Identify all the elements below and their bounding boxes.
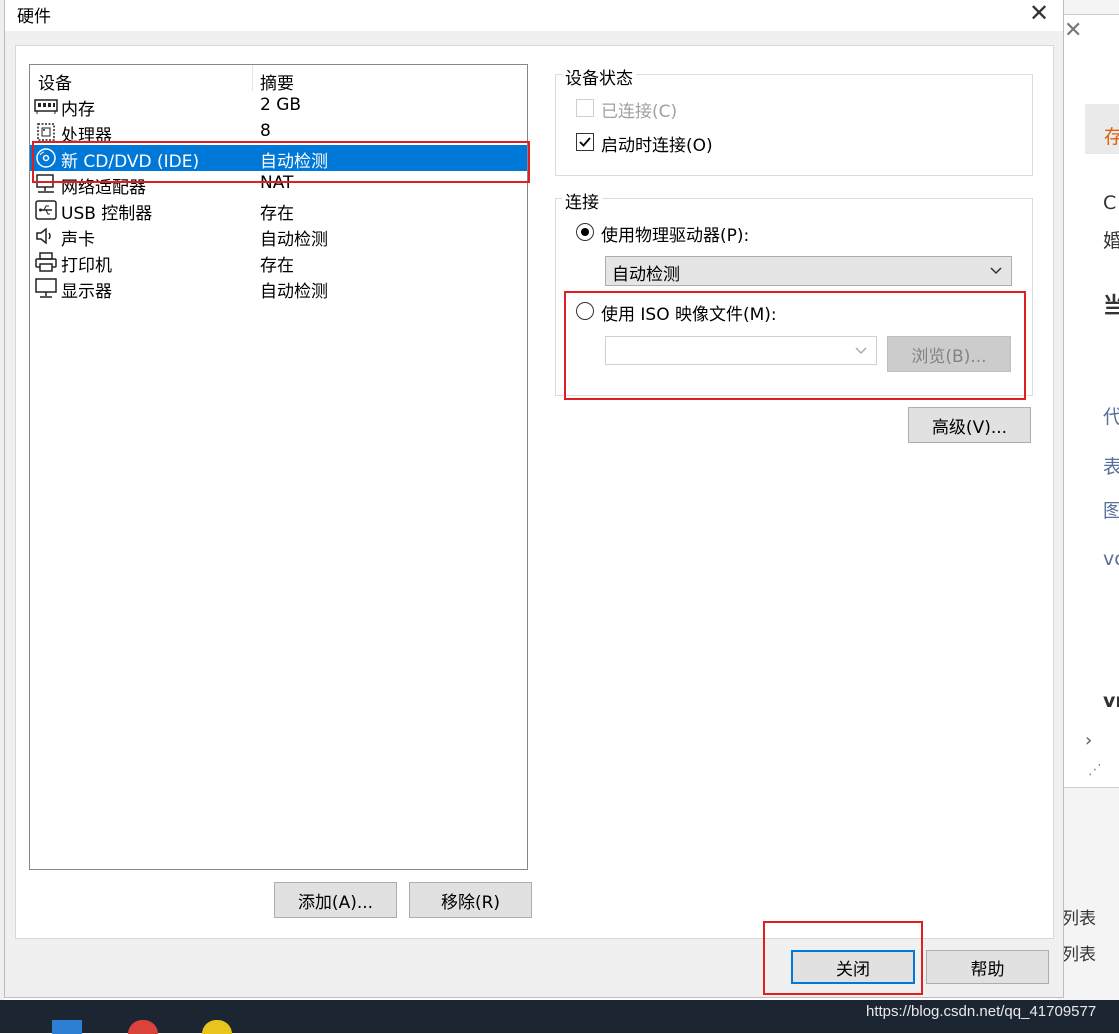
add-button[interactable]: 添加(A)... (274, 882, 397, 918)
printer-icon (35, 252, 57, 272)
scroll-right-icon: › (1085, 730, 1093, 751)
chevron-down-icon (855, 347, 867, 355)
device-summary: 8 (260, 121, 271, 141)
connection-title: 连接 (562, 188, 602, 213)
device-row-sound-card[interactable]: 声卡 自动检测 (30, 223, 527, 250)
device-summary: NAT (260, 173, 294, 193)
chevron-down-icon (990, 267, 1002, 275)
device-name: 显示器 (61, 282, 112, 302)
window-title: 硬件 (17, 7, 51, 27)
use-physical-drive-label: 使用物理驱动器(P): (601, 226, 750, 246)
connected-label: 已连接(C) (601, 102, 678, 122)
background-char: vr (1103, 690, 1119, 712)
usb-icon (35, 200, 57, 220)
device-name: 新 CD/DVD (IDE) (61, 152, 200, 172)
physical-drive-select[interactable]: 自动检测 (605, 256, 1012, 286)
background-char: 当 (1103, 294, 1119, 319)
background-char: 代 (1103, 406, 1119, 428)
connect-at-power-on-checkbox[interactable] (576, 133, 594, 151)
background-char: C (1103, 192, 1117, 214)
background-text: 列表 (1062, 945, 1096, 965)
device-summary: 2 GB (260, 95, 302, 115)
device-row-processor[interactable]: 处理器 8 (30, 119, 527, 146)
taskbar-app-icon[interactable] (52, 1020, 82, 1034)
physical-drive-value: 自动检测 (612, 265, 680, 285)
device-summary: 自动检测 (260, 230, 328, 250)
device-row-network-adapter[interactable]: 网络适配器 NAT (30, 171, 527, 198)
device-summary: 存在 (260, 204, 294, 224)
background-text: 列表 (1062, 909, 1096, 929)
device-row-usb-controller[interactable]: USB 控制器 存在 (30, 197, 527, 224)
background-close-icon: ✕ (1064, 18, 1083, 43)
device-list-header: 设备 摘要 (30, 65, 527, 94)
device-status-group (555, 74, 1033, 176)
close-icon[interactable]: ✕ (1029, 0, 1049, 27)
device-summary: 自动检测 (260, 152, 328, 172)
device-summary: 自动检测 (260, 282, 328, 302)
device-name: 处理器 (61, 126, 112, 146)
device-row-printer[interactable]: 打印机 存在 (30, 249, 527, 276)
title-bar: 硬件 ✕ (5, 0, 1063, 31)
device-row-cd-dvd[interactable]: 新 CD/DVD (IDE) 自动检测 (30, 145, 527, 172)
device-list[interactable]: 设备 摘要 内存 2 GB 处理器 8 新 CD/DVD (IDE) 自动检测 (29, 64, 528, 870)
device-name: 打印机 (61, 256, 112, 276)
use-iso-label: 使用 ISO 映像文件(M): (601, 305, 777, 325)
watermark: https://blog.csdn.net/qq_41709577 (866, 1003, 1097, 1020)
advanced-button[interactable]: 高级(V)... (908, 407, 1031, 443)
use-physical-drive-radio[interactable] (576, 223, 594, 241)
iso-path-combobox[interactable] (605, 336, 877, 365)
connect-at-power-on-label: 启动时连接(O) (601, 136, 713, 156)
connected-checkbox[interactable] (576, 99, 594, 117)
device-name: 内存 (61, 100, 95, 120)
processor-icon (37, 123, 55, 141)
browse-button[interactable]: 浏览(B)... (887, 336, 1011, 372)
cd-dvd-icon (36, 148, 56, 168)
device-summary: 存在 (260, 256, 294, 276)
memory-icon (34, 99, 58, 114)
network-adapter-icon (36, 174, 54, 193)
background-char: 存 (1104, 126, 1119, 148)
background-char: 表 (1103, 456, 1119, 478)
device-name: USB 控制器 (61, 204, 153, 224)
column-header-summary[interactable]: 摘要 (260, 69, 294, 94)
checkmark-icon (579, 137, 591, 147)
background-char: vc (1103, 548, 1119, 570)
device-row-memory[interactable]: 内存 2 GB (30, 93, 527, 120)
use-iso-radio[interactable] (576, 302, 594, 320)
speaker-icon (36, 227, 51, 245)
resize-grip-icon: ⋰ (1088, 762, 1102, 778)
device-name: 网络适配器 (61, 178, 146, 198)
background-char: 图 (1103, 500, 1119, 522)
background-char: 婚 (1103, 230, 1119, 252)
remove-button[interactable]: 移除(R) (409, 882, 532, 918)
device-name: 声卡 (61, 230, 95, 250)
help-button[interactable]: 帮助 (926, 950, 1049, 984)
close-button[interactable]: 关闭 (791, 950, 915, 984)
column-header-device[interactable]: 设备 (38, 69, 72, 94)
device-status-title: 设备状态 (562, 64, 636, 89)
device-row-display[interactable]: 显示器 自动检测 (30, 275, 527, 302)
column-separator[interactable] (252, 65, 253, 91)
monitor-icon (35, 278, 57, 298)
